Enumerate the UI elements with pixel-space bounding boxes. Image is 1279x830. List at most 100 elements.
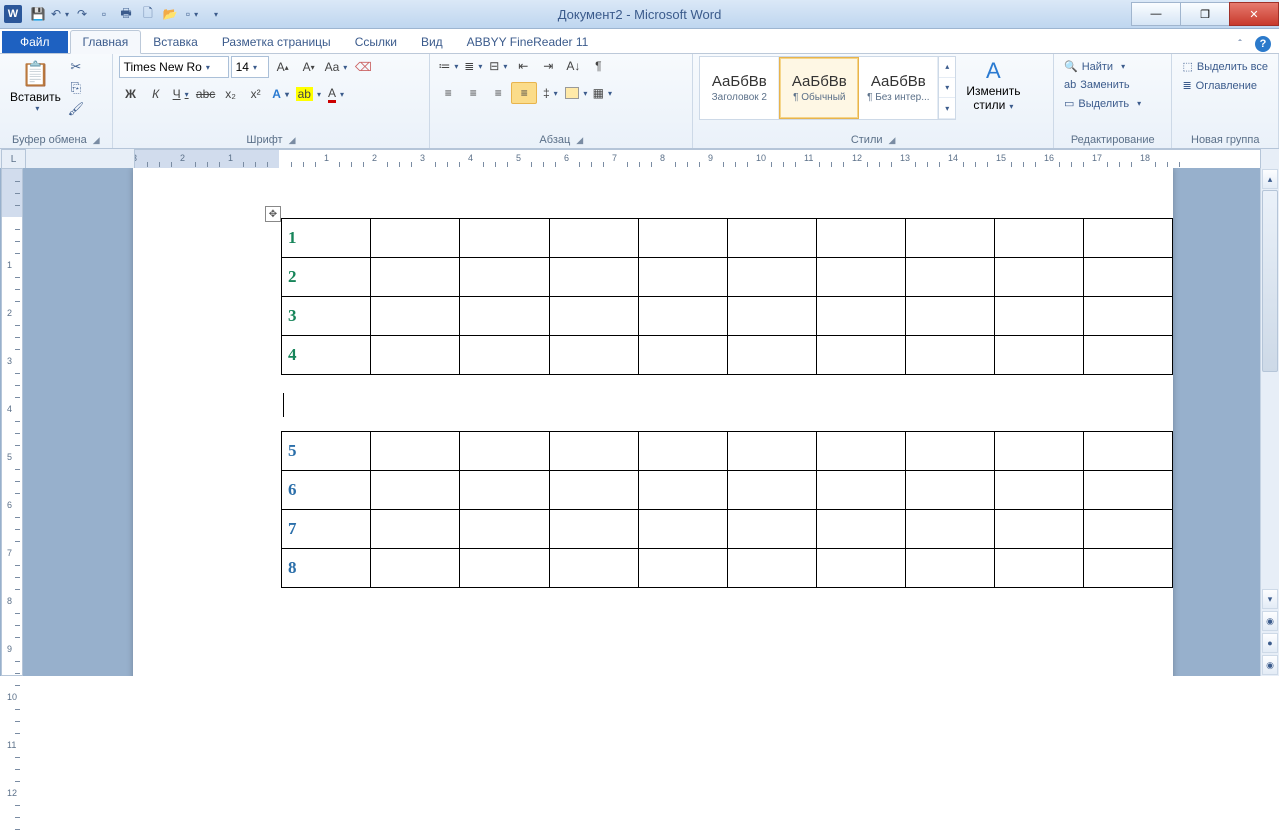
cut-icon[interactable]: ✂ bbox=[67, 58, 85, 76]
table-cell[interactable] bbox=[905, 297, 994, 336]
table-cell[interactable] bbox=[1083, 549, 1172, 588]
align-right-icon[interactable]: ≡ bbox=[486, 83, 510, 103]
maximize-button[interactable]: ❐ bbox=[1180, 2, 1230, 26]
table-cell[interactable] bbox=[816, 219, 905, 258]
open-icon[interactable]: 📂 bbox=[160, 4, 180, 24]
decrease-indent-icon[interactable]: ⇤ bbox=[511, 56, 535, 76]
table-cell[interactable] bbox=[816, 432, 905, 471]
table-cell[interactable] bbox=[371, 471, 460, 510]
table-cell[interactable] bbox=[371, 432, 460, 471]
shrink-font-icon[interactable]: A▾ bbox=[297, 57, 321, 77]
table-cell[interactable] bbox=[371, 336, 460, 375]
table-cell[interactable] bbox=[1083, 471, 1172, 510]
table-cell[interactable] bbox=[549, 471, 638, 510]
bold-button[interactable]: Ж bbox=[119, 84, 143, 104]
table-cell[interactable] bbox=[371, 549, 460, 588]
table-cell[interactable] bbox=[905, 336, 994, 375]
table-cell[interactable] bbox=[460, 297, 549, 336]
table-cell[interactable] bbox=[905, 432, 994, 471]
clipboard-dialog-icon[interactable]: ◢ bbox=[93, 135, 100, 146]
table-cell[interactable]: 8 bbox=[282, 549, 371, 588]
table-2[interactable]: 5678 bbox=[281, 431, 1173, 588]
print-preview-icon[interactable]: 🗋 bbox=[138, 4, 158, 24]
scroll-up-icon[interactable]: ▴ bbox=[1262, 169, 1278, 189]
borders-icon[interactable]: ▦▾ bbox=[590, 83, 614, 103]
table-cell[interactable]: 6 bbox=[282, 471, 371, 510]
table-cell[interactable] bbox=[638, 219, 727, 258]
table-cell[interactable] bbox=[905, 471, 994, 510]
table-cell[interactable] bbox=[994, 219, 1083, 258]
table-cell[interactable] bbox=[638, 510, 727, 549]
table-cell[interactable] bbox=[638, 432, 727, 471]
table-cell[interactable] bbox=[816, 336, 905, 375]
table-cell[interactable] bbox=[549, 432, 638, 471]
table-cell[interactable]: 2 bbox=[282, 258, 371, 297]
table-cell[interactable] bbox=[994, 297, 1083, 336]
table-cell[interactable] bbox=[460, 432, 549, 471]
table-cell[interactable] bbox=[549, 510, 638, 549]
table-cell[interactable] bbox=[460, 471, 549, 510]
table-cell[interactable] bbox=[638, 549, 727, 588]
browse-object-icon[interactable]: ● bbox=[1262, 633, 1278, 653]
align-center-icon[interactable]: ≡ bbox=[461, 83, 485, 103]
help-icon[interactable]: ? bbox=[1255, 36, 1271, 52]
font-dialog-icon[interactable]: ◢ bbox=[289, 135, 296, 146]
align-left-icon[interactable]: ≡ bbox=[436, 83, 460, 103]
table-cell[interactable] bbox=[549, 549, 638, 588]
paragraph-dialog-icon[interactable]: ◢ bbox=[576, 135, 583, 146]
new-doc-icon[interactable]: ▫ bbox=[94, 4, 114, 24]
table-cell[interactable] bbox=[994, 510, 1083, 549]
table-cell[interactable] bbox=[1083, 510, 1172, 549]
subscript-button[interactable]: x₂ bbox=[219, 84, 243, 104]
paste-button[interactable]: 📋 Вставить ▾ bbox=[6, 56, 65, 115]
table-cell[interactable]: 7 bbox=[282, 510, 371, 549]
grow-font-icon[interactable]: A▴ bbox=[271, 57, 295, 77]
scroll-thumb[interactable] bbox=[1262, 190, 1278, 372]
justify-icon[interactable]: ≡ bbox=[511, 82, 537, 104]
font-name-combo[interactable]: Times New Ro▾ bbox=[119, 56, 229, 78]
increase-indent-icon[interactable]: ⇥ bbox=[536, 56, 560, 76]
table-cell[interactable] bbox=[549, 258, 638, 297]
table-cell[interactable] bbox=[1083, 432, 1172, 471]
table-cell[interactable] bbox=[905, 510, 994, 549]
table-cell[interactable] bbox=[994, 471, 1083, 510]
prev-page-icon[interactable]: ◉ bbox=[1262, 611, 1278, 631]
print-icon[interactable]: 🖶 bbox=[116, 4, 136, 24]
table-cell[interactable] bbox=[727, 471, 816, 510]
table-cell[interactable] bbox=[727, 219, 816, 258]
multilevel-icon[interactable]: ⊟▾ bbox=[486, 56, 510, 76]
vertical-ruler[interactable]: 123456789101112 bbox=[1, 168, 23, 676]
change-case-icon[interactable]: Aa▾ bbox=[323, 57, 350, 77]
select-all-button[interactable]: ⬚Выделить все bbox=[1178, 58, 1272, 75]
styles-dialog-icon[interactable]: ◢ bbox=[889, 135, 896, 146]
next-page-icon[interactable]: ◉ bbox=[1262, 655, 1278, 675]
table-cell[interactable] bbox=[905, 219, 994, 258]
font-color-icon[interactable]: A▾ bbox=[324, 84, 348, 104]
text-effects-icon[interactable]: A▾ bbox=[269, 84, 293, 104]
page-icon[interactable]: ▫▾ bbox=[182, 4, 202, 24]
table-cell[interactable] bbox=[371, 297, 460, 336]
tab-view[interactable]: Вид bbox=[409, 31, 455, 53]
table-cell[interactable] bbox=[1083, 297, 1172, 336]
copy-icon[interactable]: ⎘ bbox=[67, 79, 85, 97]
table-cell[interactable] bbox=[994, 432, 1083, 471]
table-cell[interactable] bbox=[727, 510, 816, 549]
superscript-button[interactable]: x² bbox=[244, 84, 268, 104]
table-cell[interactable] bbox=[816, 471, 905, 510]
table-cell[interactable] bbox=[905, 549, 994, 588]
table-cell[interactable] bbox=[994, 336, 1083, 375]
table-cell[interactable] bbox=[371, 510, 460, 549]
replace-button[interactable]: abЗаменить bbox=[1060, 77, 1145, 93]
font-size-combo[interactable]: 14▾ bbox=[231, 56, 269, 78]
table-cell[interactable] bbox=[460, 336, 549, 375]
table-cell[interactable]: 5 bbox=[282, 432, 371, 471]
table-cell[interactable] bbox=[460, 219, 549, 258]
table-cell[interactable] bbox=[727, 297, 816, 336]
table-cell[interactable] bbox=[816, 510, 905, 549]
tab-references[interactable]: Ссылки bbox=[343, 31, 409, 53]
horizontal-ruler[interactable]: 321123456789101112131415161718 bbox=[134, 149, 1261, 169]
close-button[interactable]: ✕ bbox=[1229, 2, 1279, 26]
sort-icon[interactable]: A↓ bbox=[561, 56, 585, 76]
gallery-down-icon[interactable]: ▾ bbox=[939, 78, 955, 99]
table-cell[interactable] bbox=[1083, 336, 1172, 375]
